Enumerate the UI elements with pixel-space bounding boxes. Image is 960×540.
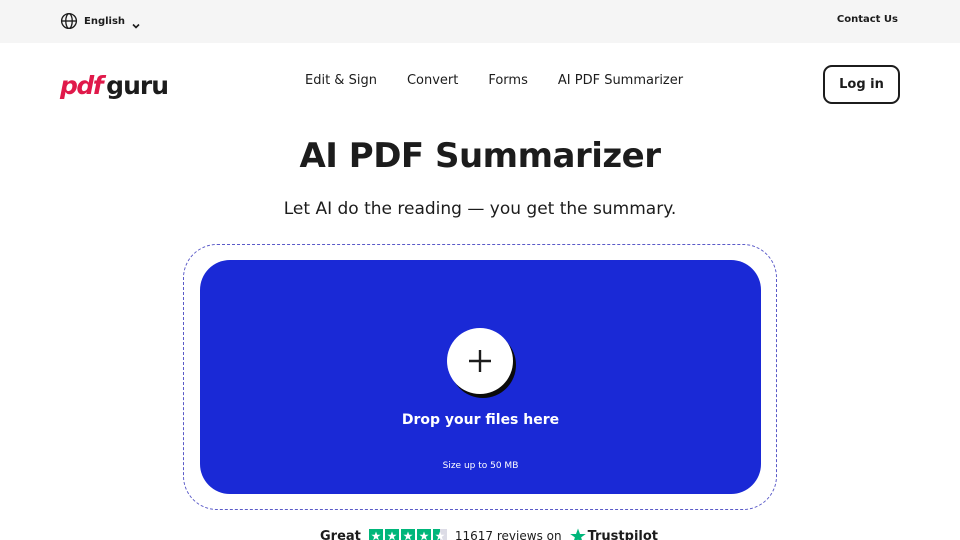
- main-nav: pdf guru Edit & Sign Convert Forms AI PD…: [0, 43, 960, 125]
- trustpilot-brand: Trustpilot: [587, 528, 658, 540]
- logo-guru-text: guru: [106, 71, 169, 100]
- rating-stars: [368, 529, 447, 540]
- language-selector[interactable]: English: [60, 11, 141, 31]
- pdfguru-logo[interactable]: pdf guru: [60, 71, 169, 101]
- nav-edit-sign[interactable]: Edit & Sign: [305, 73, 377, 88]
- nav-forms[interactable]: Forms: [488, 73, 528, 88]
- rating-label: Great: [320, 528, 361, 540]
- nav-links: Edit & Sign Convert Forms AI PDF Summari…: [305, 73, 683, 88]
- review-count: 11617 reviews on: [454, 529, 562, 540]
- chevron-down-icon: [131, 16, 141, 29]
- globe-icon: [60, 12, 78, 30]
- page-subtitle: Let AI do the reading — you get the summ…: [283, 199, 677, 219]
- language-label: English: [84, 15, 126, 27]
- add-file-button[interactable]: [447, 328, 513, 394]
- top-bar: English Contact Us: [0, 0, 960, 43]
- nav-ai-pdf-summarizer[interactable]: AI PDF Summarizer: [558, 73, 683, 88]
- star-icon: [368, 529, 383, 540]
- star-icon: [416, 529, 431, 540]
- plus-icon: [469, 350, 491, 372]
- trustpilot-rating[interactable]: Great 11617 reviews on Trustpilot: [320, 528, 658, 540]
- half-star-icon: [432, 529, 447, 540]
- nav-convert[interactable]: Convert: [407, 73, 458, 88]
- size-limit-label: Size up to 50 MB: [442, 461, 519, 471]
- logo-pdf-text: pdf: [60, 71, 104, 100]
- login-button[interactable]: Log in: [823, 65, 900, 104]
- star-icon: [384, 529, 399, 540]
- trustpilot-logo: Trustpilot: [569, 528, 658, 540]
- trustpilot-star-icon: [569, 528, 586, 540]
- star-icon: [400, 529, 415, 540]
- page-title: AI PDF Summarizer: [299, 136, 661, 176]
- drop-files-label: Drop your files here: [401, 412, 560, 428]
- file-drop-zone[interactable]: Drop your files here Size up to 50 MB: [200, 260, 761, 494]
- contact-us-link[interactable]: Contact Us: [837, 14, 898, 25]
